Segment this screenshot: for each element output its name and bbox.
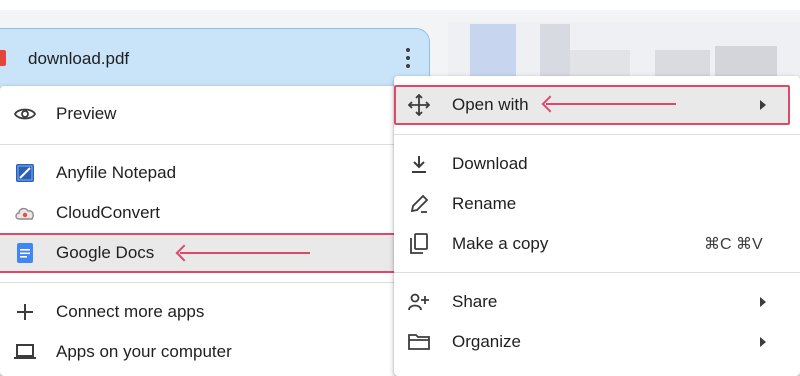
eye-icon [14, 103, 36, 125]
divider [0, 144, 400, 145]
plus-icon [14, 301, 36, 323]
menu-item-anyfile-notepad[interactable]: Anyfile Notepad [0, 153, 400, 193]
menu-item-label: Preview [56, 104, 117, 123]
annotation-arrow [546, 103, 676, 105]
shortcut-label: ⌘C ⌘V [704, 236, 763, 253]
copy-icon [408, 233, 430, 255]
menu-item-share[interactable]: Share [394, 282, 800, 322]
move-icon [408, 94, 430, 116]
file-context-menu: Open with Download Rename Make a copy ⌘C… [394, 76, 800, 376]
divider [0, 282, 400, 283]
open-with-submenu: Preview Anyfile Notepad CloudConvert Goo… [0, 86, 400, 376]
menu-item-label: Organize [452, 332, 521, 351]
menu-item-label: Share [452, 292, 498, 311]
background-block [570, 50, 630, 76]
divider [394, 272, 800, 273]
menu-item-rename[interactable]: Rename [394, 184, 800, 224]
menu-item-preview[interactable]: Preview [0, 94, 400, 134]
pdf-icon [0, 50, 6, 66]
menu-item-connect-more-apps[interactable]: Connect more apps [0, 292, 400, 332]
menu-item-label: Google Docs [56, 243, 155, 262]
annotation-arrow [180, 252, 310, 254]
menu-item-open-with[interactable]: Open with [394, 85, 800, 125]
menu-item-label: Open with [452, 95, 529, 114]
chevron-right-icon [760, 337, 766, 347]
background-block [470, 24, 516, 76]
divider [394, 134, 800, 135]
menu-item-label: Apps on your computer [56, 342, 232, 361]
folder-icon [408, 331, 430, 353]
share-icon [408, 291, 430, 313]
notepad-icon [14, 162, 36, 184]
download-icon [408, 153, 430, 175]
menu-item-label: Download [452, 154, 528, 173]
menu-item-label: CloudConvert [56, 203, 160, 222]
cloud-icon [14, 202, 36, 224]
background-block [655, 50, 710, 76]
menu-item-label: Connect more apps [56, 302, 205, 321]
menu-item-organize[interactable]: Organize [394, 322, 800, 362]
chevron-right-icon [760, 100, 766, 110]
menu-item-label: Make a copy [452, 234, 549, 253]
menu-item-cloudconvert[interactable]: CloudConvert [0, 193, 400, 233]
docs-icon [14, 242, 36, 264]
rename-icon [408, 193, 430, 215]
background-block [0, 0, 800, 10]
chevron-right-icon [760, 297, 766, 307]
menu-item-download[interactable]: Download [394, 144, 800, 184]
menu-item-apps-on-computer[interactable]: Apps on your computer [0, 332, 400, 372]
menu-item-label: Anyfile Notepad [56, 163, 177, 182]
background-block [715, 46, 777, 78]
menu-item-make-a-copy[interactable]: Make a copy ⌘C ⌘V [394, 224, 800, 264]
background-block [540, 24, 570, 76]
more-actions-icon[interactable] [400, 48, 416, 68]
menu-item-label: Rename [452, 194, 517, 213]
file-name: download.pdf [28, 49, 130, 68]
